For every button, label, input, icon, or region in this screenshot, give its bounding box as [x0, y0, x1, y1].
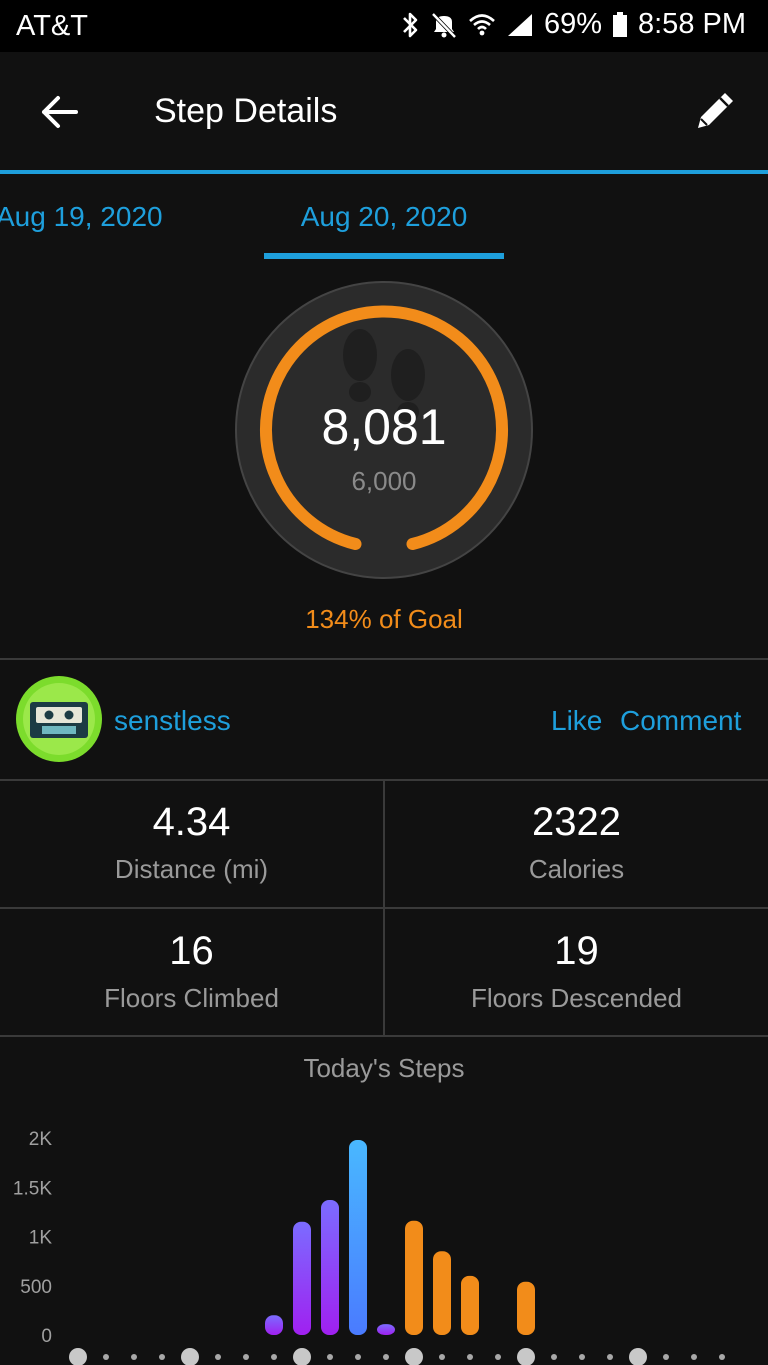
y-tick-label: 0	[41, 1326, 52, 1347]
tab-current-date[interactable]: Aug 20, 2020	[264, 201, 504, 233]
x-axis-marker	[131, 1354, 137, 1360]
stat-value: 16	[169, 929, 214, 973]
battery-percent: 69%	[543, 8, 602, 40]
x-axis-marker	[517, 1348, 535, 1365]
chart-bar	[377, 1324, 395, 1335]
username-link[interactable]: senstless	[114, 705, 231, 737]
wifi-icon	[468, 10, 496, 40]
date-tabs: Aug 19, 2020 Aug 20, 2020	[0, 174, 768, 260]
x-axis-marker	[69, 1348, 87, 1365]
mute-icon	[430, 10, 458, 40]
chart-bar	[265, 1315, 283, 1335]
back-button[interactable]	[36, 88, 84, 136]
tab-selected-indicator	[264, 253, 504, 259]
x-axis-marker	[159, 1354, 165, 1360]
stat-floors-climbed: 16 Floors Climbed	[0, 909, 383, 1036]
status-bar: AT&T 69% 8:58 PM	[0, 0, 768, 52]
chart-bar	[433, 1251, 451, 1335]
clock: 8:58 PM	[638, 8, 746, 40]
stat-label: Calories	[528, 854, 625, 884]
steps-count: 8,081	[321, 399, 447, 455]
x-axis-marker	[405, 1348, 423, 1365]
steps-goal: 6,000	[351, 466, 417, 496]
x-axis-marker	[243, 1354, 249, 1360]
tab-previous-date[interactable]: Aug 19, 2020	[0, 201, 163, 233]
cassette-avatar-icon	[16, 676, 102, 762]
steps-ring: 8,081 6,000	[234, 280, 534, 580]
chart-bar	[461, 1275, 479, 1335]
x-axis-marker	[629, 1348, 647, 1365]
x-axis-marker	[355, 1354, 361, 1360]
divider	[383, 780, 385, 1036]
chart-bar	[517, 1281, 535, 1335]
goal-percent: 134% of Goal	[305, 604, 463, 634]
page-title: Step Details	[154, 92, 338, 130]
x-axis-marker	[383, 1354, 389, 1360]
chart-bar	[349, 1139, 367, 1335]
x-axis-marker	[551, 1354, 557, 1360]
stat-value: 19	[554, 929, 599, 973]
chart-bar	[293, 1221, 311, 1335]
stat-distance: 4.34 Distance (mi)	[0, 780, 383, 907]
x-axis-marker	[103, 1354, 109, 1360]
bluetooth-icon	[400, 10, 420, 40]
status-icons: 69% 8:58 PM	[400, 8, 746, 41]
x-axis-marker	[215, 1354, 221, 1360]
x-axis-marker	[439, 1354, 445, 1360]
x-axis-marker	[271, 1354, 277, 1360]
chart-bar	[321, 1200, 339, 1335]
stat-value: 4.34	[152, 800, 231, 844]
stat-label: Floors Climbed	[104, 983, 279, 1013]
like-button[interactable]: Like	[551, 705, 602, 737]
app-bar: Step Details	[0, 52, 768, 170]
x-axis-marker	[293, 1348, 311, 1365]
x-axis-marker	[663, 1354, 669, 1360]
divider	[0, 1035, 768, 1037]
y-tick-label: 1K	[29, 1228, 53, 1249]
stat-value: 2322	[532, 800, 621, 844]
steps-bar-chart: 0 500 1K 1.5K 2K	[13, 1129, 725, 1365]
x-axis-marker	[719, 1354, 725, 1360]
y-tick-label: 1.5K	[13, 1178, 52, 1199]
avatar[interactable]	[16, 676, 102, 762]
x-axis-marker	[607, 1354, 613, 1360]
x-axis-marker	[327, 1354, 333, 1360]
x-axis-marker	[691, 1354, 697, 1360]
edit-button[interactable]	[692, 86, 740, 134]
x-axis-marker	[495, 1354, 501, 1360]
signal-icon	[506, 10, 534, 40]
comment-button[interactable]: Comment	[620, 705, 741, 737]
y-tick-label: 2K	[29, 1129, 53, 1150]
social-row: senstless Like Comment	[0, 660, 768, 780]
stat-label: Floors Descended	[471, 983, 682, 1013]
y-tick-label: 500	[20, 1277, 52, 1298]
stat-calories: 2322 Calories	[385, 780, 768, 907]
stat-label: Distance (mi)	[114, 854, 269, 884]
chart-bar	[405, 1220, 423, 1335]
x-axis-marker	[579, 1354, 585, 1360]
battery-icon	[612, 10, 628, 40]
back-arrow-icon	[42, 96, 78, 128]
carrier-label: AT&T	[16, 10, 88, 42]
chart-title: Today's Steps	[303, 1053, 465, 1083]
pencil-icon	[698, 93, 733, 128]
x-axis-marker	[467, 1354, 473, 1360]
x-axis-marker	[181, 1348, 199, 1365]
stat-floors-descended: 19 Floors Descended	[385, 909, 768, 1036]
